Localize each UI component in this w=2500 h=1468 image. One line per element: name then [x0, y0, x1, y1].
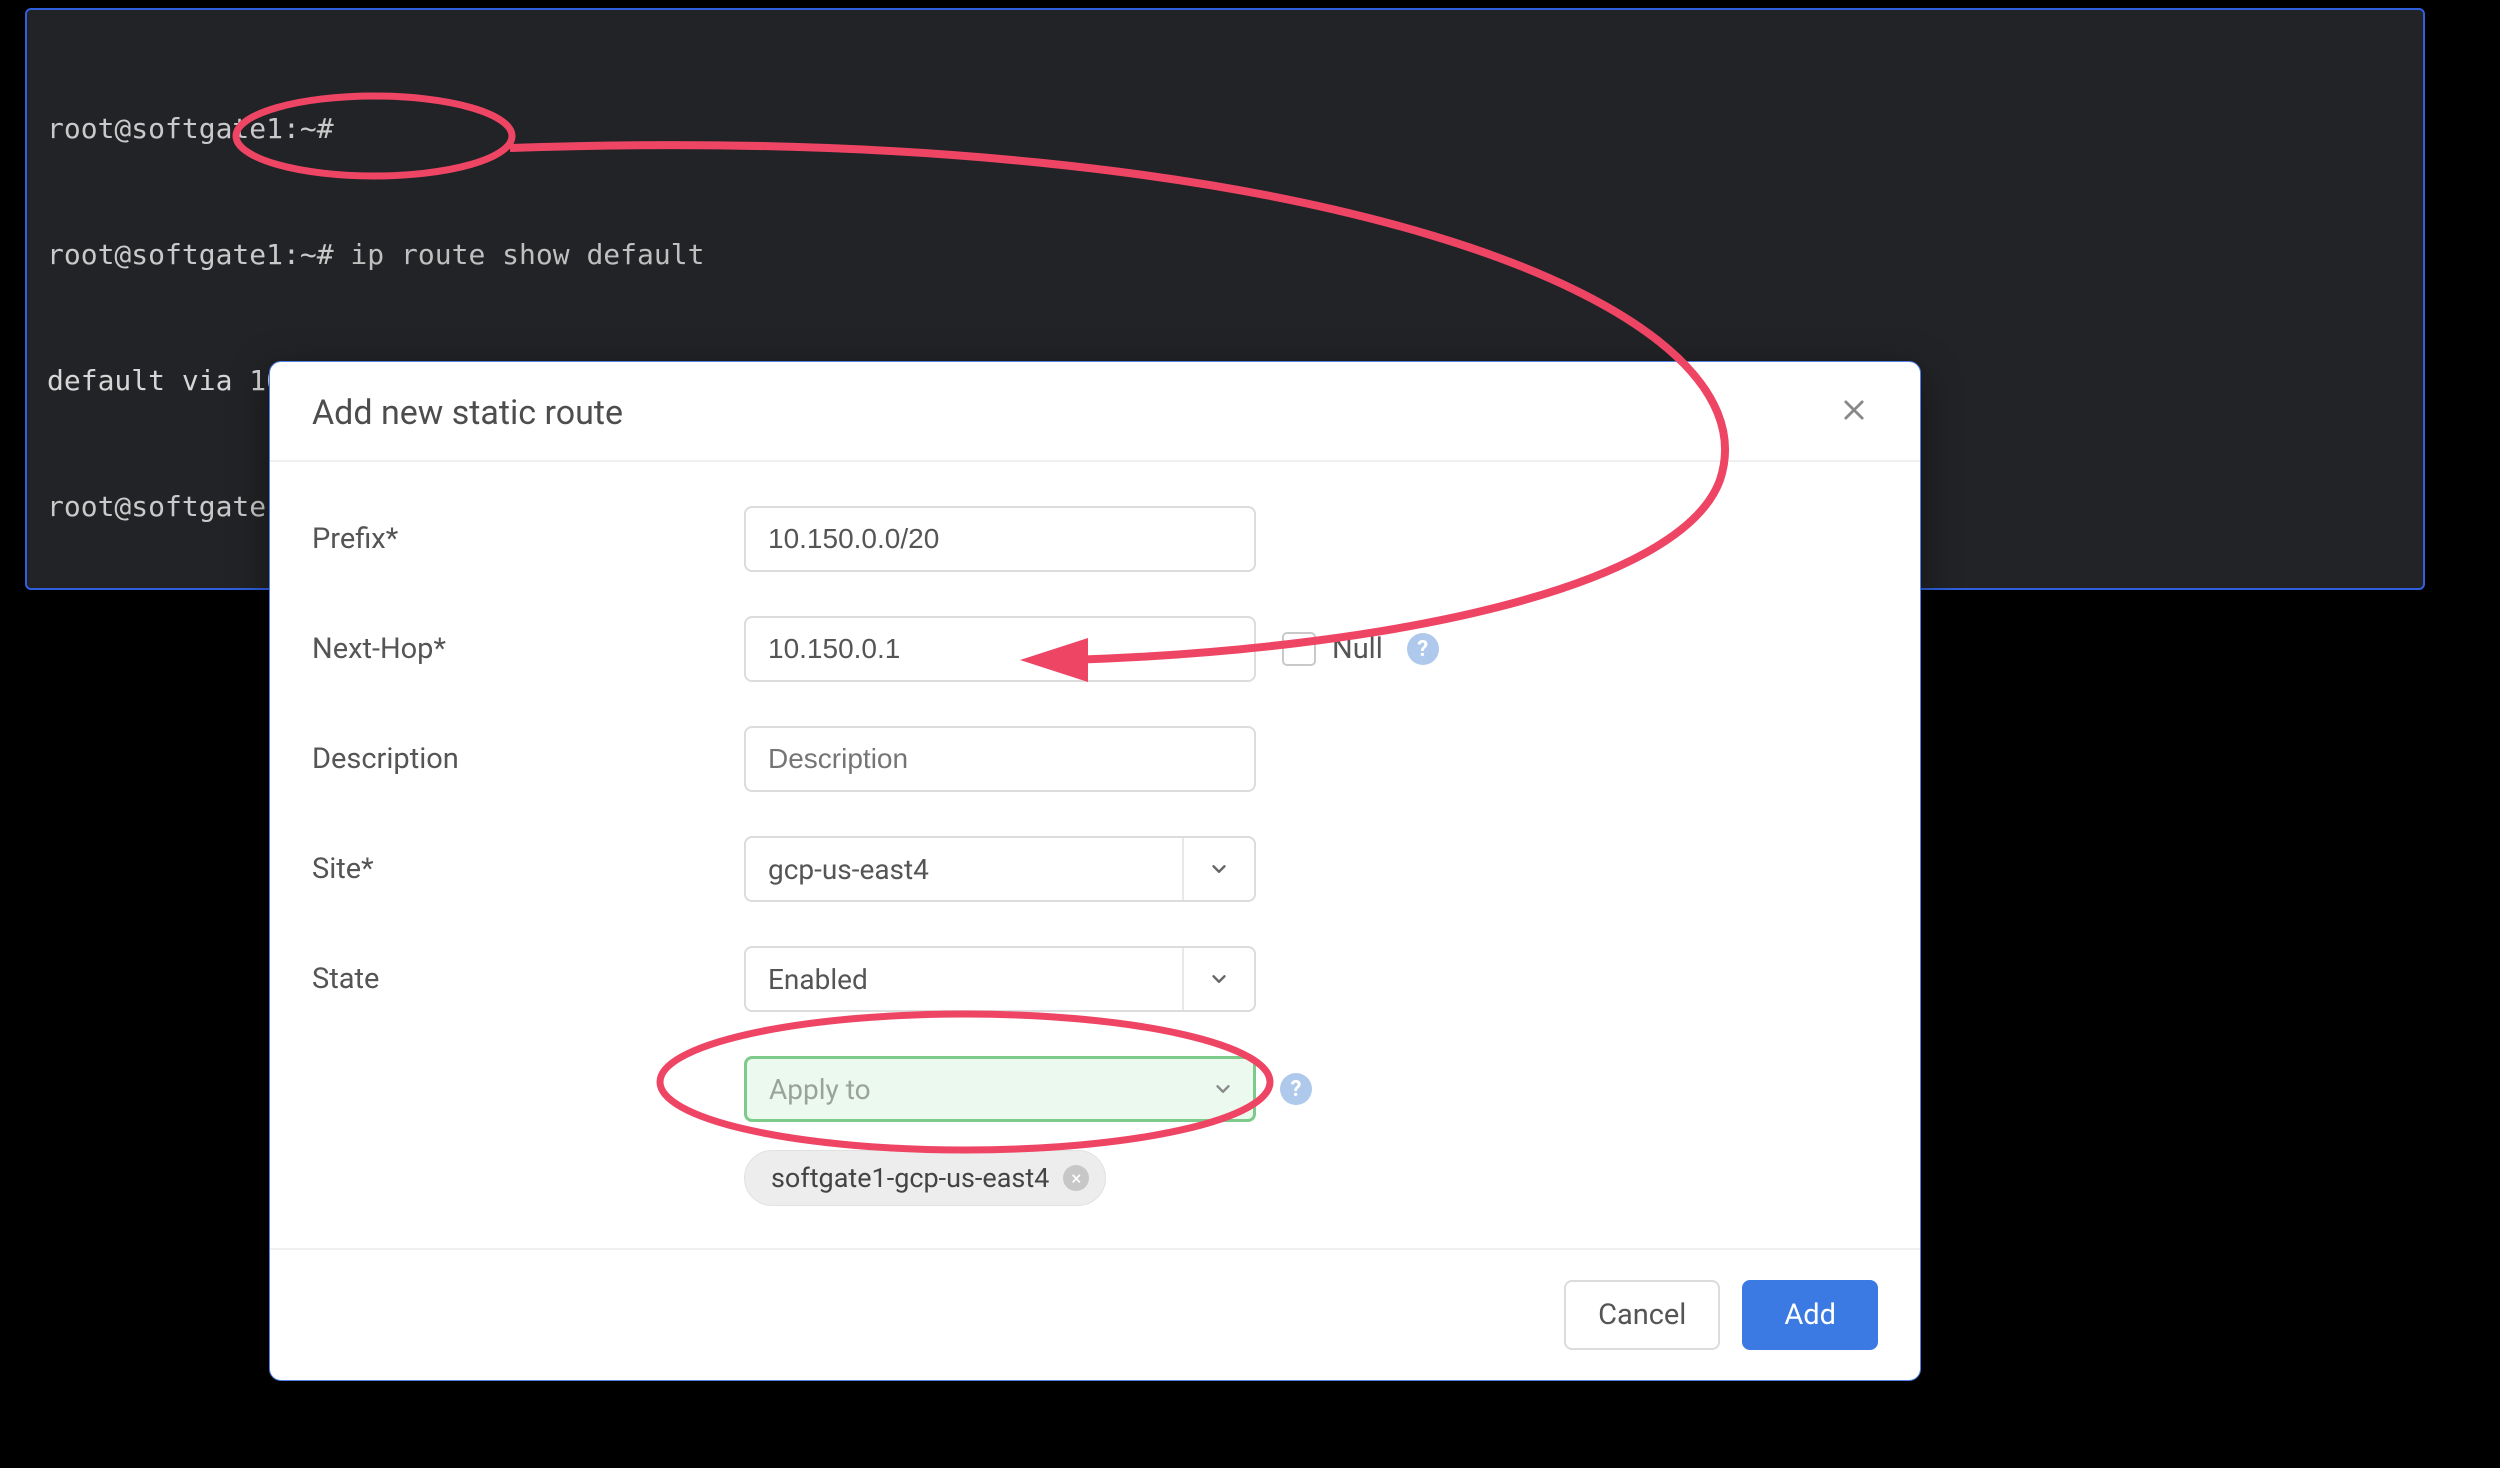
help-icon[interactable]: ? — [1407, 633, 1439, 665]
applyto-tag[interactable]: softgate1-gcp-us-east4 × — [744, 1150, 1106, 1206]
field-row-nexthop: Next-Hop* Null ? — [312, 616, 1878, 682]
null-checkbox[interactable] — [1282, 632, 1316, 666]
terminal-line: root@softgate1:~# ip route show default — [47, 234, 2403, 276]
dialog-footer: Cancel Add — [270, 1248, 1920, 1380]
applyto-tag-text: softgate1-gcp-us-east4 — [771, 1162, 1049, 1194]
add-button[interactable]: Add — [1742, 1280, 1878, 1350]
field-row-site: Site* gcp-us-east4 — [312, 836, 1878, 902]
help-icon[interactable]: ? — [1280, 1073, 1312, 1105]
label-site: Site* — [312, 852, 744, 886]
applyto-placeholder: Apply to — [747, 1073, 893, 1106]
site-select-value: gcp-us-east4 — [746, 853, 951, 886]
null-option: Null ? — [1282, 632, 1439, 666]
terminal-command: ip route show default — [334, 234, 705, 276]
state-select-value: Enabled — [746, 963, 890, 996]
remove-tag-icon[interactable]: × — [1063, 1165, 1089, 1191]
chevron-down-icon — [1182, 948, 1254, 1010]
add-static-route-dialog: Add new static route Prefix* Next-Hop* N… — [269, 361, 1921, 1381]
null-label: Null — [1332, 632, 1383, 666]
chevron-down-icon — [1193, 1078, 1253, 1100]
description-input[interactable] — [744, 726, 1256, 792]
close-button[interactable] — [1830, 392, 1878, 434]
field-row-description: Description — [312, 726, 1878, 792]
close-icon — [1840, 396, 1868, 424]
applyto-select[interactable]: Apply to — [744, 1056, 1256, 1122]
chevron-down-icon — [1182, 838, 1254, 900]
applyto-tag-row: softgate1-gcp-us-east4 × — [744, 1150, 1878, 1206]
dialog-header: Add new static route — [270, 362, 1920, 462]
label-prefix: Prefix* — [312, 522, 744, 556]
dialog-body: Prefix* Next-Hop* Null ? Description Sit… — [270, 462, 1920, 1248]
terminal-prompt: root@softgate1:~# — [47, 108, 334, 150]
dialog-title: Add new static route — [312, 393, 623, 433]
field-row-prefix: Prefix* — [312, 506, 1878, 572]
terminal-prompt: root@softgate1:~# — [47, 234, 334, 276]
label-state: State — [312, 962, 744, 996]
terminal-line: root@softgate1:~# — [47, 108, 2403, 150]
nexthop-input[interactable] — [744, 616, 1256, 682]
label-nexthop: Next-Hop* — [312, 632, 744, 666]
field-row-applyto: Apply to ? — [312, 1056, 1878, 1122]
label-description: Description — [312, 742, 744, 776]
field-row-state: State Enabled — [312, 946, 1878, 1012]
prefix-input[interactable] — [744, 506, 1256, 572]
state-select[interactable]: Enabled — [744, 946, 1256, 1012]
site-select[interactable]: gcp-us-east4 — [744, 836, 1256, 902]
cancel-button[interactable]: Cancel — [1564, 1280, 1720, 1350]
